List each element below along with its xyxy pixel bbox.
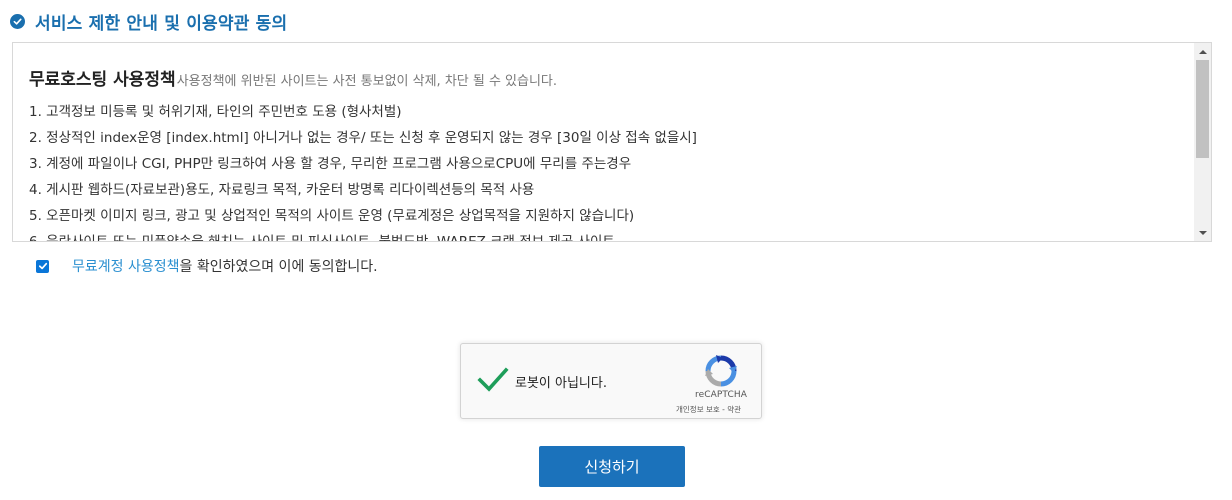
recaptcha-label: 로봇이 아닙니다.	[515, 376, 607, 391]
policy-link[interactable]: 무료계정 사용정책	[72, 256, 180, 276]
terms-item: 5. 오픈마켓 이미지 링크, 광고 및 상업적인 목적의 사이트 운영 (무료…	[29, 208, 635, 224]
section-header: 서비스 제한 안내 및 이용약관 동의	[10, 9, 288, 34]
checkmark-icon	[38, 262, 47, 270]
terms-list: 1. 고객정보 미등록 및 허위기재, 타인의 주민번호 도용 (형사처벌) 2…	[29, 99, 1189, 242]
terms-scrollbar[interactable]	[1194, 43, 1211, 241]
recaptcha-brand: reCAPTCHA	[695, 390, 747, 400]
terms-item: 1. 고객정보 미등록 및 허위기재, 타인의 주민번호 도용 (형사처벌)	[29, 104, 402, 120]
terms-item: 6. 음란사이트 또는 미풍양속을 해치는 사이트 및 피싱사이트, 불법도박,…	[29, 234, 615, 242]
terms-subheading: 사용정책에 위반된 사이트는 사전 통보없이 삭제, 차단 될 수 있습니다.	[176, 74, 558, 89]
section-title: 서비스 제한 안내 및 이용약관 동의	[35, 13, 288, 34]
terms-heading-row: 무료호스팅 사용정책 사용정책에 위반된 사이트는 사전 통보없이 삭제, 차단…	[29, 65, 1189, 90]
agreement-checkbox[interactable]	[36, 259, 49, 273]
terms-item: 3. 계정에 파일이나 CGI, PHP만 링크하여 사용 할 경우, 무리한 …	[29, 156, 632, 172]
check-circle-icon	[10, 13, 25, 29]
agreement-row: 무료계정 사용정책 을 확인하였으며 이에 동의합니다.	[36, 256, 378, 276]
terms-item: 2. 정상적인 index운영 [index.html] 아니거나 없는 경우/…	[29, 130, 697, 146]
service-agreement-page: 서비스 제한 안내 및 이용약관 동의 무료호스팅 사용정책 사용정책에 위반된…	[0, 0, 1232, 500]
scroll-down-arrow-icon[interactable]	[1194, 224, 1211, 241]
scroll-up-arrow-icon[interactable]	[1194, 43, 1211, 60]
terms-item: 4. 게시판 웹하드(자료보관)용도, 자료링크 목적, 카운터 방명록 리다이…	[29, 182, 535, 198]
agreement-text: 을 확인하였으며 이에 동의합니다.	[179, 259, 378, 275]
recaptcha-terms-link[interactable]: 약관	[727, 405, 741, 414]
recaptcha-links: 개인정보 보호 - 약관	[676, 404, 741, 415]
terms-scroll-box[interactable]: 무료호스팅 사용정책 사용정책에 위반된 사이트는 사전 통보없이 삭제, 차단…	[12, 42, 1212, 242]
recaptcha-checkmark-icon[interactable]	[477, 366, 509, 394]
recaptcha-privacy-link[interactable]: 개인정보 보호	[676, 405, 720, 414]
recaptcha-logo-icon	[705, 355, 737, 387]
recaptcha-widget[interactable]: 로봇이 아닙니다. reCAPTCHA 개인정보 보호 - 약관	[460, 343, 762, 419]
terms-content: 무료호스팅 사용정책 사용정책에 위반된 사이트는 사전 통보없이 삭제, 차단…	[29, 65, 1189, 242]
terms-heading: 무료호스팅 사용정책	[29, 70, 176, 90]
submit-button[interactable]: 신청하기	[539, 446, 685, 487]
scroll-thumb[interactable]	[1196, 60, 1209, 158]
